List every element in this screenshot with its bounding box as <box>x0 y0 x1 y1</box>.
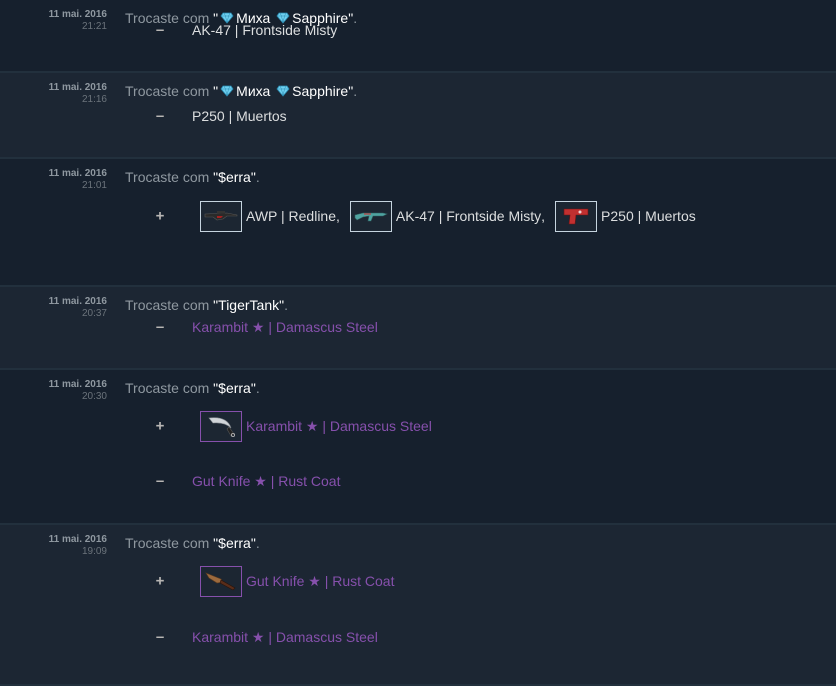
partner-name: Миха <box>236 83 271 99</box>
partner-name: $erra <box>218 169 251 185</box>
trade-date: 11 mai. 2016 <box>48 534 107 545</box>
trade-prefix: Trocaste com <box>125 83 210 99</box>
trade-item[interactable]: Gut Knife ★ | Rust Coat <box>192 473 340 490</box>
trade-item[interactable]: AK-47 | Frontside Misty, <box>349 200 546 232</box>
partner-name: $erra <box>218 535 251 551</box>
trade-timestamp: 11 mai. 2016 19:09 <box>0 534 107 558</box>
quote-close: " <box>348 83 354 99</box>
item-list: P250 | Muertos <box>192 99 297 133</box>
trade-time: 19:09 <box>81 546 107 557</box>
trade-row: 11 mai. 2016 21:01 Trocaste com "$erra". + A… <box>0 159 836 287</box>
minus-icon: – <box>155 107 165 125</box>
item-name[interactable]: Karambit ★ | Damascus Steel <box>192 629 378 646</box>
given-items: – AK-47 | Frontside Misty <box>0 13 836 47</box>
trade-timestamp: 11 mai. 2016 21:01 <box>0 168 107 192</box>
trade-date: 11 mai. 2016 <box>48 82 107 93</box>
quote-close: " <box>250 380 256 396</box>
minus-icon: – <box>155 318 165 336</box>
item-name[interactable]: Gut Knife ★ | Rust Coat <box>192 473 340 490</box>
trade-row: 11 mai. 2016 21:21 Trocaste com " Миха Sapp… <box>0 0 836 73</box>
trade-timestamp: 11 mai. 2016 20:30 <box>0 379 107 403</box>
trade-partner-link[interactable]: Миха Sapphire <box>218 83 348 99</box>
trade-item[interactable]: Karambit ★ | Damascus Steel <box>192 319 378 336</box>
received-items: + AWP | Redline, AK-47 | Frontside Misty, P… <box>0 199 836 233</box>
given-items: – P250 | Muertos <box>0 99 836 133</box>
ak47-icon[interactable] <box>349 200 392 232</box>
trade-prefix: Trocaste com <box>125 380 210 396</box>
trade-row: 11 mai. 2016 20:37 Trocaste com "TigerTank… <box>0 287 836 370</box>
trade-history: 11 mai. 2016 21:21 Trocaste com " Миха Sapp… <box>0 0 836 686</box>
minus-icon: – <box>155 628 165 646</box>
item-name[interactable]: Karambit ★ | Damascus Steel <box>192 319 378 336</box>
item-list: Gut Knife ★ | Rust Coat <box>200 564 404 598</box>
trade-prefix: Trocaste com <box>125 169 210 185</box>
quote-close: " <box>250 169 256 185</box>
trade-item[interactable]: AWP | Redline, <box>200 200 340 232</box>
trade-row: 11 mai. 2016 20:30 Trocaste com "$erra". + K… <box>0 370 836 525</box>
item-list: AK-47 | Frontside Misty <box>192 13 347 47</box>
trade-date: 11 mai. 2016 <box>48 296 107 307</box>
partner-name: $erra <box>218 380 251 396</box>
trade-date: 11 mai. 2016 <box>48 168 107 179</box>
plus-icon: + <box>155 417 165 435</box>
trade-item[interactable]: P250 | Muertos <box>192 108 287 124</box>
plus-icon: + <box>155 572 165 590</box>
trade-time: 21:01 <box>81 180 107 191</box>
trade-row: 11 mai. 2016 21:16 Trocaste com " Миха Sapp… <box>0 73 836 159</box>
item-list: Karambit ★ | Damascus Steel <box>200 409 442 443</box>
trade-item[interactable]: Gut Knife ★ | Rust Coat <box>200 565 394 597</box>
received-items: + Karambit ★ | Damascus Steel <box>0 409 836 443</box>
item-list: Karambit ★ | Damascus Steel <box>192 310 388 344</box>
karambit-icon[interactable] <box>200 410 242 442</box>
diamond-icon <box>218 83 236 99</box>
item-name[interactable]: AK-47 | Frontside Misty <box>396 208 541 224</box>
gut-knife-icon[interactable] <box>200 565 242 597</box>
partner-name-suffix: Sapphire <box>292 83 349 99</box>
plus-icon: + <box>155 207 165 225</box>
given-items: – Gut Knife ★ | Rust Coat <box>0 464 836 498</box>
trade-partner-link[interactable]: $erra <box>218 169 251 185</box>
trade-item[interactable]: P250 | Muertos <box>555 200 696 232</box>
minus-icon: – <box>155 21 165 39</box>
trade-description: Trocaste com "$erra". <box>125 535 260 551</box>
trade-prefix: Trocaste com <box>125 535 210 551</box>
diamond-icon <box>274 83 292 99</box>
minus-icon: – <box>155 472 165 490</box>
item-name[interactable]: AWP | Redline <box>246 208 336 224</box>
item-name[interactable]: P250 | Muertos <box>601 208 696 224</box>
given-items: – Karambit ★ | Damascus Steel <box>0 310 836 344</box>
item-name[interactable]: P250 | Muertos <box>192 108 287 124</box>
item-list: Gut Knife ★ | Rust Coat <box>192 464 350 498</box>
trade-row: 11 mai. 2016 19:09 Trocaste com "$erra". + G… <box>0 525 836 686</box>
item-name[interactable]: AK-47 | Frontside Misty <box>192 22 337 38</box>
item-name[interactable]: Gut Knife ★ | Rust Coat <box>246 573 394 590</box>
trade-partner-link[interactable]: $erra <box>218 535 251 551</box>
given-items: – Karambit ★ | Damascus Steel <box>0 620 836 654</box>
item-list: Karambit ★ | Damascus Steel <box>192 620 388 654</box>
item-name[interactable]: Karambit ★ | Damascus Steel <box>246 418 432 435</box>
trade-description: Trocaste com "$erra". <box>125 380 260 396</box>
trade-time: 20:30 <box>81 391 107 402</box>
trade-item[interactable]: Karambit ★ | Damascus Steel <box>192 629 378 646</box>
p250-icon[interactable] <box>555 200 598 232</box>
quote-close: " <box>250 535 256 551</box>
item-separator: , <box>336 208 340 224</box>
trade-item[interactable]: Karambit ★ | Damascus Steel <box>200 410 432 442</box>
trade-item[interactable]: AK-47 | Frontside Misty <box>192 22 337 38</box>
trade-partner-link[interactable]: $erra <box>218 380 251 396</box>
trade-date: 11 mai. 2016 <box>48 379 107 390</box>
received-items: + Gut Knife ★ | Rust Coat <box>0 564 836 598</box>
item-separator: , <box>541 208 546 224</box>
trade-description: Trocaste com " Миха Sapphire". <box>125 83 358 99</box>
item-list: AWP | Redline, AK-47 | Frontside Misty, P2… <box>200 199 706 233</box>
awp-icon[interactable] <box>200 200 242 232</box>
trade-description: Trocaste com "$erra". <box>125 169 260 185</box>
